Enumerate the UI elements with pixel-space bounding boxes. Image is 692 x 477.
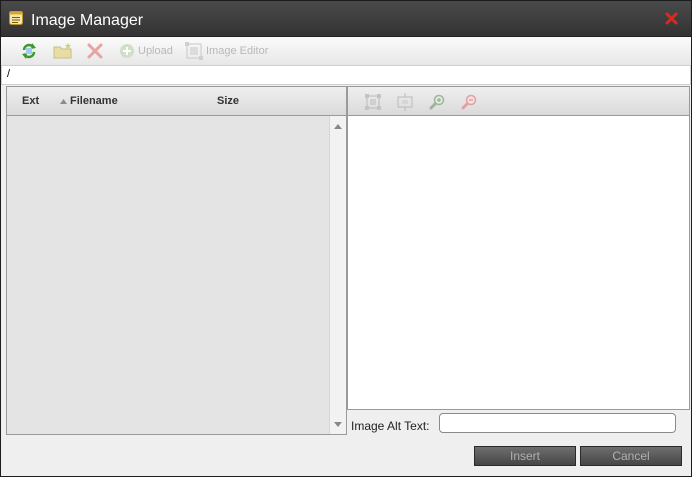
scroll-down-icon[interactable]	[334, 422, 342, 427]
image-preview-panel	[347, 86, 690, 410]
new-folder-icon	[53, 43, 72, 59]
file-list-header: Ext Filename Size	[7, 87, 346, 116]
column-header-filename[interactable]: Filename	[70, 95, 118, 107]
window-icon	[9, 11, 23, 25]
image-editor-button[interactable]: Image Editor	[185, 41, 268, 61]
fit-to-window-icon[interactable]	[364, 93, 382, 111]
image-alt-text-label: Image Alt Text:	[351, 419, 430, 433]
image-editor-icon	[185, 42, 203, 60]
close-icon[interactable]	[665, 12, 678, 25]
file-list-scrollbar[interactable]	[329, 116, 346, 434]
upload-button[interactable]: Upload	[119, 41, 173, 61]
refresh-icon	[22, 43, 36, 59]
image-alt-text-input[interactable]	[439, 413, 676, 433]
delete-icon	[87, 43, 103, 59]
new-folder-button[interactable]	[53, 41, 73, 61]
file-list-body[interactable]	[7, 116, 329, 434]
scroll-up-icon[interactable]	[334, 124, 342, 129]
window-title: Image Manager	[31, 12, 144, 29]
title-bar[interactable]: Image Manager	[1, 1, 691, 37]
image-preview-area	[348, 116, 689, 409]
sort-ascending-icon	[60, 99, 67, 104]
column-header-size[interactable]: Size	[217, 95, 239, 107]
insert-button[interactable]: Insert	[474, 446, 576, 466]
delete-button[interactable]	[86, 41, 104, 61]
file-list-panel: Ext Filename Size	[6, 86, 347, 435]
refresh-button[interactable]	[20, 41, 38, 61]
upload-icon	[120, 44, 134, 58]
image-editor-label: Image Editor	[206, 45, 269, 57]
actual-size-icon[interactable]	[396, 93, 414, 111]
cancel-button[interactable]: Cancel	[580, 446, 682, 466]
zoom-out-icon[interactable]	[460, 93, 478, 111]
zoom-in-icon[interactable]	[428, 93, 446, 111]
path-bar: /	[1, 65, 691, 85]
current-path: /	[7, 68, 11, 80]
image-manager-dialog: Image Manager Upload Image Editor / Ext …	[0, 0, 692, 477]
toolbar: Upload Image Editor	[1, 37, 691, 65]
preview-toolbar	[348, 87, 689, 116]
column-header-ext[interactable]: Ext	[22, 95, 39, 107]
upload-label: Upload	[138, 45, 173, 57]
